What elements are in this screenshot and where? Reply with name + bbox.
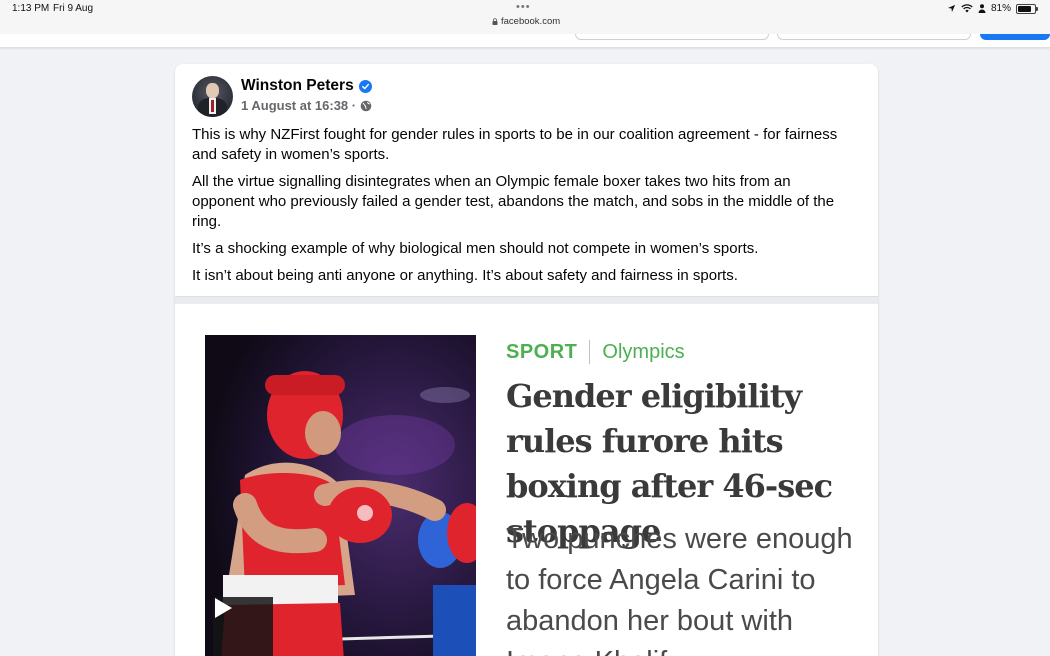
status-bar: 1:13 PM Fri 9 Aug ••• facebook.com 81% bbox=[0, 0, 1050, 34]
post-timestamp[interactable]: 1 August at 16:38 · bbox=[241, 98, 372, 113]
status-icons: 81% bbox=[947, 3, 1038, 14]
avatar[interactable] bbox=[192, 76, 233, 117]
wifi-icon bbox=[961, 4, 973, 13]
timestamp-text[interactable]: 1 August at 16:38 · bbox=[241, 98, 356, 113]
boxing-photo[interactable] bbox=[205, 335, 476, 656]
post-paragraph: It isn’t about being anti anyone or anyt… bbox=[192, 267, 738, 284]
play-icon bbox=[215, 598, 232, 618]
facebook-top-nav bbox=[0, 34, 1050, 48]
nav-search-box[interactable] bbox=[575, 34, 769, 40]
person-icon bbox=[978, 4, 986, 13]
author-name[interactable]: Winston Peters bbox=[241, 77, 354, 95]
post-body: This is why NZFirst fought for gender ru… bbox=[192, 125, 852, 293]
address-bar[interactable]: facebook.com bbox=[492, 16, 560, 27]
nav-secondary-box[interactable] bbox=[777, 34, 971, 40]
url-text: facebook.com bbox=[501, 16, 561, 27]
lock-icon bbox=[492, 18, 498, 25]
post-paragraph: This is why NZFirst fought for gender ru… bbox=[192, 126, 838, 163]
post-divider bbox=[175, 296, 878, 304]
section-label: SPORT bbox=[506, 340, 578, 363]
post-author[interactable]: Winston Peters bbox=[241, 77, 372, 95]
status-time: 1:13 PM bbox=[12, 3, 50, 14]
post-paragraph: It’s a shocking example of why biologica… bbox=[192, 240, 759, 257]
section-separator bbox=[589, 340, 591, 364]
location-icon bbox=[947, 4, 956, 13]
post-paragraph: All the virtue signalling disintegrates … bbox=[192, 173, 835, 230]
article-standfirst: Two punches were enough to force Angela … bbox=[506, 523, 853, 656]
battery-icon bbox=[1016, 3, 1038, 14]
play-button[interactable] bbox=[213, 597, 273, 656]
subsection-label: Olympics bbox=[602, 340, 685, 363]
shared-image[interactable]: SPORT Olympics Gender eligibility rules … bbox=[175, 304, 878, 656]
globe-icon bbox=[360, 100, 372, 111]
article-section: SPORT Olympics bbox=[506, 340, 685, 364]
status-date: Fri 9 Aug bbox=[53, 3, 94, 14]
nav-primary-button[interactable] bbox=[980, 34, 1050, 40]
post-card: Winston Peters 1 August at 16:38 · This … bbox=[175, 64, 878, 656]
more-dots-icon[interactable]: ••• bbox=[516, 1, 531, 13]
verified-badge-icon bbox=[358, 79, 372, 93]
battery-percent: 81% bbox=[990, 3, 1011, 14]
